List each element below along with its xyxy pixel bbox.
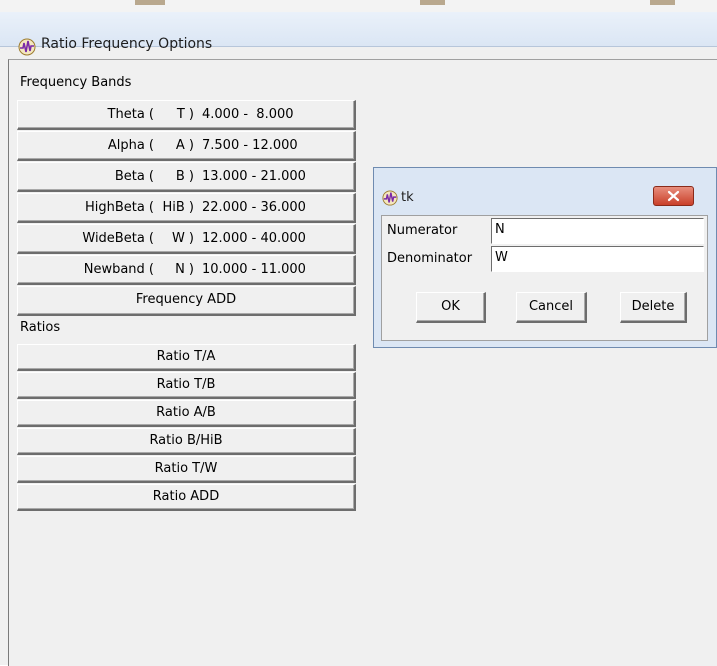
band-range: 22.000 - 36.000 [202,200,306,215]
window-titlebar[interactable]: Ratio Frequency Options [0,12,717,56]
ratios-label: Ratios [20,320,61,335]
band-name: HighBeta ( [84,200,154,215]
close-icon [667,190,680,202]
dialog-title: tk [401,190,414,205]
band-button-highbeta[interactable]: HighBeta ( HiB ) 22.000 - 36.000 [17,193,356,223]
close-button[interactable] [653,186,694,206]
ratio-button-t-b[interactable]: Ratio T/B [17,372,356,399]
desktop-strip [0,0,717,12]
band-range: 7.500 - 12.000 [202,138,298,153]
denominator-field[interactable]: W [491,246,704,272]
ok-button[interactable]: OK [416,292,486,323]
band-code: W ) [171,231,194,246]
desktop-fragment [420,0,445,5]
dialog-body: Numerator N Denominator W OK Cancel Dele… [381,215,708,341]
band-name: Beta ( [114,169,154,184]
numerator-field[interactable]: N [491,218,704,244]
desktop-fragment [650,0,675,5]
band-code: HiB ) [162,200,194,215]
band-code: A ) [175,138,194,153]
band-button-alpha[interactable]: Alpha ( A ) 7.500 - 12.000 [17,131,356,161]
band-range: 4.000 - 8.000 [202,107,294,122]
band-button-newband[interactable]: Newband ( N ) 10.000 - 11.000 [17,255,356,285]
band-button-theta[interactable]: Theta ( T ) 4.000 - 8.000 [17,100,356,130]
band-range: 13.000 - 21.000 [202,169,306,184]
ratio-button-b-hib[interactable]: Ratio B/HiB [17,428,356,455]
delete-button[interactable]: Delete [620,292,687,323]
app-waveform-icon [18,38,36,56]
app-waveform-icon [382,190,398,206]
band-name: Newband ( [83,262,154,277]
ratio-button-t-w[interactable]: Ratio T/W [17,456,356,483]
frequency-add-button[interactable]: Frequency ADD [17,286,356,316]
numerator-label: Numerator [387,223,458,238]
band-code: B ) [175,169,194,184]
frequency-bands-label: Frequency Bands [20,75,132,90]
desktop-fragment [135,0,165,5]
tk-dialog: tk Numerator N Denominator W OK Cancel D… [373,167,717,348]
band-button-beta[interactable]: Beta ( B ) 13.000 - 21.000 [17,162,356,192]
denominator-label: Denominator [387,251,473,266]
band-button-widebeta[interactable]: WideBeta ( W ) 12.000 - 40.000 [17,224,356,254]
band-range: 10.000 - 11.000 [202,262,306,277]
ratio-button-t-a[interactable]: Ratio T/A [17,344,356,371]
band-name: WideBeta ( [82,231,154,246]
window-title: Ratio Frequency Options [41,36,213,52]
ratio-add-button[interactable]: Ratio ADD [17,484,356,511]
band-name: Theta ( [107,107,154,122]
cancel-button[interactable]: Cancel [516,292,587,323]
ratio-button-a-b[interactable]: Ratio A/B [17,400,356,427]
band-code: T ) [176,107,194,122]
band-name: Alpha ( [107,138,154,153]
band-code: N ) [175,262,194,277]
band-range: 12.000 - 40.000 [202,231,306,246]
